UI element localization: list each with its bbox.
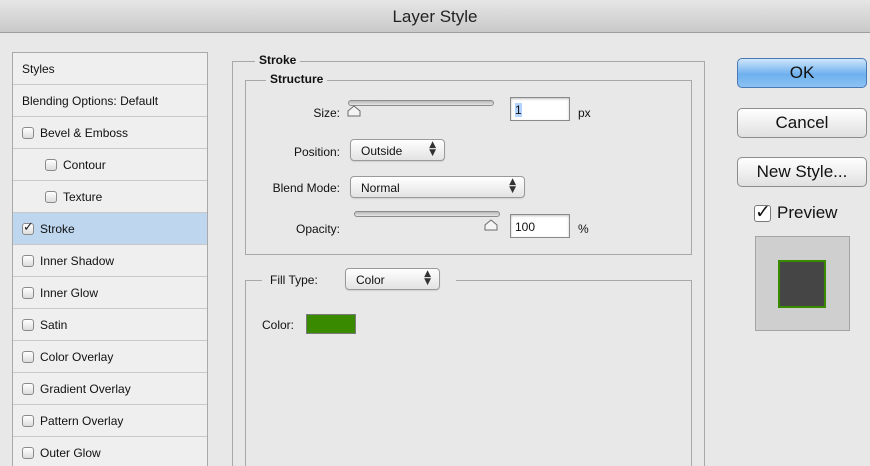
styles-list: Styles Blending Options: Default Bevel & E… (12, 52, 208, 466)
new-style-button[interactable]: New Style... (737, 157, 867, 187)
styles-item-color-overlay[interactable]: Color Overlay (13, 341, 207, 373)
styles-item-outer-glow[interactable]: Outer Glow (13, 437, 207, 466)
styles-item-texture[interactable]: Texture (13, 181, 207, 213)
opacity-value: 100 (515, 220, 536, 234)
stroke-group-border-right (704, 61, 705, 466)
styles-item-label: Inner Shadow (40, 253, 115, 268)
size-unit: px (578, 106, 591, 120)
checkbox-icon[interactable] (22, 446, 34, 459)
styles-item-label: Satin (40, 317, 68, 332)
color-swatch[interactable] (306, 314, 356, 334)
styles-item-label: Gradient Overlay (40, 381, 131, 396)
styles-item-label: Outer Glow (40, 445, 101, 460)
opacity-input[interactable]: 100 (510, 214, 570, 238)
styles-item-label: Contour (63, 157, 106, 172)
styles-item-inner-glow[interactable]: Inner Glow (13, 277, 207, 309)
size-label: Size: (313, 106, 340, 120)
styles-item-label: Inner Glow (40, 285, 99, 300)
stroke-group-border (232, 61, 704, 62)
styles-item-label: Blending Options: Default (22, 93, 159, 108)
styles-item-inner-shadow[interactable]: Inner Shadow (13, 245, 207, 277)
checkbox-icon[interactable] (45, 190, 57, 203)
opacity-slider[interactable] (354, 211, 500, 217)
styles-item-pattern-overlay[interactable]: Pattern Overlay (13, 405, 207, 437)
ok-button[interactable]: OK (737, 58, 867, 88)
stroke-group-border-left (232, 61, 233, 466)
opacity-slider-thumb[interactable] (484, 219, 498, 231)
checkbox-icon[interactable] (22, 350, 34, 363)
window-title: Layer Style (0, 0, 870, 33)
fill-type-dropdown[interactable]: Color ▲ ▼ (345, 268, 440, 290)
color-label: Color: (262, 318, 295, 332)
preview-thumbnail (778, 260, 826, 308)
checkbox-icon[interactable] (22, 286, 34, 299)
styles-item-blending-options-default[interactable]: Blending Options: Default (13, 85, 207, 117)
size-value: 1 (515, 103, 522, 117)
position-dropdown[interactable]: Outside ▲ ▼ (350, 139, 445, 161)
fill-group-border-left (245, 280, 246, 466)
size-slider[interactable] (348, 100, 494, 106)
cancel-button[interactable]: Cancel (737, 108, 867, 138)
styles-item-label: Bevel & Emboss (40, 125, 129, 140)
position-value: Outside (361, 144, 403, 158)
fill-group-border-right (691, 280, 692, 466)
checkbox-checked-icon (754, 201, 771, 223)
blend-mode-value: Normal (361, 181, 400, 195)
styles-item-label: Styles (22, 61, 55, 76)
styles-item-styles[interactable]: Styles (13, 53, 207, 85)
styles-item-satin[interactable]: Satin (13, 309, 207, 341)
checkbox-icon[interactable] (22, 414, 34, 427)
updown-arrows-icon: ▲ ▼ (509, 177, 516, 195)
checkbox-checked-icon[interactable] (22, 220, 34, 235)
checkbox-icon[interactable] (22, 126, 34, 139)
styles-item-label: Color Overlay (40, 349, 114, 364)
styles-item-stroke[interactable]: Stroke (13, 213, 207, 245)
structure-group-title: Structure (266, 72, 328, 86)
checkbox-icon[interactable] (22, 318, 34, 331)
checkbox-icon[interactable] (45, 158, 57, 171)
checkbox-icon[interactable] (22, 254, 34, 267)
size-slider-thumb[interactable] (347, 105, 361, 117)
updown-arrows-icon: ▲ ▼ (429, 140, 436, 158)
styles-item-gradient-overlay[interactable]: Gradient Overlay (13, 373, 207, 405)
updown-arrows-icon: ▲ ▼ (424, 269, 431, 287)
position-label: Position: (293, 145, 340, 159)
styles-item-label: Stroke (40, 221, 75, 236)
stroke-group-title: Stroke (255, 53, 301, 67)
style-preview (755, 236, 850, 331)
opacity-label: Opacity: (295, 222, 340, 236)
styles-item-bevel-emboss[interactable]: Bevel & Emboss (13, 117, 207, 149)
fill-type-label: Fill Type: (270, 273, 318, 287)
preview-label: Preview (777, 203, 838, 222)
blend-mode-dropdown[interactable]: Normal ▲ ▼ (350, 176, 525, 198)
styles-item-label: Texture (63, 189, 103, 204)
fill-type-value: Color (356, 273, 385, 287)
checkbox-icon[interactable] (22, 382, 34, 395)
blend-mode-label: Blend Mode: (272, 181, 340, 195)
styles-item-label: Pattern Overlay (40, 413, 124, 428)
size-input[interactable]: 1 (510, 97, 570, 121)
opacity-unit: % (578, 222, 589, 236)
styles-item-contour[interactable]: Contour (13, 149, 207, 181)
preview-checkbox[interactable]: Preview (754, 201, 838, 223)
